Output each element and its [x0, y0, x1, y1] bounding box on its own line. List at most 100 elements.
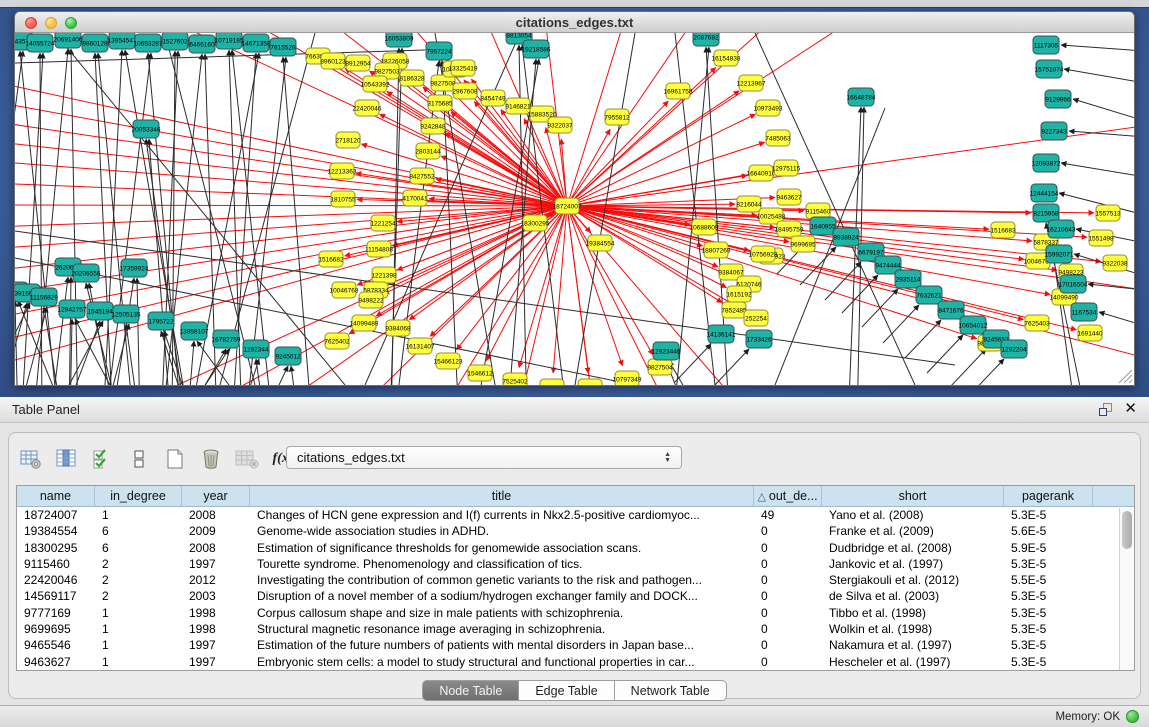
graph-node[interactable]: 1117305 [1033, 36, 1059, 54]
graph-node[interactable]: 18495759 [775, 221, 804, 237]
table-cell[interactable]: 1 [95, 654, 182, 670]
graph-node[interactable]: 16210643 [1047, 220, 1076, 238]
graph-node[interactable]: 10688609 [690, 219, 719, 235]
graph-node[interactable]: 12213363 [328, 163, 357, 179]
column-header-title[interactable]: title [250, 486, 754, 506]
graph-node[interactable]: 1795722 [148, 312, 174, 330]
table-cell[interactable]: 22420046 [17, 572, 95, 588]
graph-node[interactable]: 9699695 [790, 236, 816, 252]
graph-node[interactable]: 16131407 [406, 338, 435, 354]
table-cell[interactable]: 0 [754, 523, 822, 539]
graph-node[interactable]: 10973493 [754, 100, 783, 116]
table-row[interactable]: 1872400712008Changes of HCN gene express… [17, 507, 1134, 523]
graph-node[interactable]: 7525402 [502, 373, 528, 385]
graph-node[interactable]: 7485063 [765, 130, 791, 146]
table-cell[interactable]: 0 [754, 605, 822, 621]
close-icon[interactable]: ✕ [1124, 400, 1137, 418]
graph-node[interactable]: 20206556 [72, 264, 101, 282]
table-cell[interactable]: Hescheler et al. (1997) [822, 654, 1004, 670]
table-cell[interactable]: 1 [95, 621, 182, 637]
column-header-name[interactable]: name [17, 486, 95, 506]
graph-node[interactable]: 9827504 [647, 359, 673, 375]
graph-node[interactable]: 12942757 [58, 300, 87, 318]
graph-node[interactable]: 1640955 [810, 217, 836, 235]
graph-node[interactable]: 7852485 [721, 302, 747, 318]
graph-node[interactable]: 8216044 [736, 196, 762, 212]
table-cell[interactable]: 2 [95, 588, 182, 604]
table-cell[interactable]: 5.3E-5 [1004, 654, 1093, 670]
graph-node[interactable]: 7625402 [324, 333, 350, 349]
float-window-icon[interactable] [1099, 403, 1113, 417]
window-titlebar[interactable]: citations_edges.txt [15, 12, 1134, 33]
table-cell[interactable]: Stergiakouli et al. (2012) [822, 572, 1004, 588]
table-cell[interactable]: 2008 [182, 507, 250, 523]
table-cell[interactable]: 18724007 [17, 507, 95, 523]
table-row[interactable]: 946554611997Estimation of the future num… [17, 637, 1134, 653]
memory-status-icon[interactable] [1126, 710, 1139, 723]
graph-node[interactable]: 7632621 [916, 286, 942, 304]
table-cell[interactable]: Yano et al. (2008) [822, 507, 1004, 523]
graph-node[interactable]: 1615192 [726, 286, 752, 302]
table-cell[interactable]: 9777169 [17, 605, 95, 621]
graph-node[interactable]: 1292204 [1001, 340, 1027, 358]
delete-table-icon[interactable] [235, 447, 259, 471]
table-cell[interactable]: 1 [95, 605, 182, 621]
graph-node[interactable]: 8912954 [345, 55, 371, 71]
graph-node[interactable]: 16154838 [712, 50, 741, 66]
table-row[interactable]: 911546021997Tourette syndrome. Phenomeno… [17, 556, 1134, 572]
column-header-in_degree[interactable]: in_degree [95, 486, 182, 506]
graph-node[interactable]: 10719185 [215, 33, 244, 49]
graph-node[interactable]: 9498222 [358, 292, 384, 308]
graph-node[interactable]: 1221398 [371, 267, 397, 283]
graph-node[interactable]: 1691440 [1077, 325, 1103, 341]
new-table-icon[interactable] [163, 447, 187, 471]
graph-node[interactable]: 6466160 [189, 35, 215, 53]
table-cell[interactable]: 5.3E-5 [1004, 556, 1093, 572]
table-cell[interactable]: 2 [95, 572, 182, 588]
table-cell[interactable]: Nakamura et al. (1997) [822, 637, 1004, 653]
table-cell[interactable]: 1998 [182, 621, 250, 637]
graph-node[interactable]: 20691406 [54, 33, 83, 48]
table-cell[interactable]: 5.5E-5 [1004, 572, 1093, 588]
graph-node[interactable]: 10797349 [613, 371, 642, 385]
select-rows-icon[interactable] [91, 447, 115, 471]
table-cell[interactable]: 1 [95, 507, 182, 523]
table-cell[interactable]: Disruption of a novel member of a sodium… [250, 588, 754, 604]
graph-node[interactable]: 12093872 [1032, 154, 1061, 172]
graph-node[interactable]: 12444154 [1030, 184, 1059, 202]
table-cell[interactable]: 0 [754, 637, 822, 653]
table-cell[interactable]: 1997 [182, 654, 250, 670]
graph-node[interactable]: 8427552 [409, 168, 435, 184]
table-cell[interactable]: 2012 [182, 572, 250, 588]
graph-node[interactable]: 16648784 [847, 88, 876, 106]
table-cell[interactable]: 0 [754, 621, 822, 637]
table-row[interactable]: 1938455462009Genome-wide association stu… [17, 523, 1134, 539]
table-cell[interactable]: 5.9E-5 [1004, 540, 1093, 556]
graph-node[interactable]: 1516682 [318, 251, 344, 267]
graph-node[interactable]: 9129966 [1045, 90, 1071, 108]
graph-node[interactable]: 10653287 [134, 34, 163, 52]
table-cell[interactable]: 1997 [182, 556, 250, 572]
graph-node[interactable]: 14099489 [350, 315, 379, 331]
graph-node[interactable]: 15992071 [1045, 245, 1074, 263]
table-vertical-scrollbar[interactable] [1119, 508, 1134, 671]
graph-node[interactable]: 1546612 [467, 365, 493, 381]
table-cell[interactable]: 1998 [182, 605, 250, 621]
graph-node[interactable]: 18300295 [521, 215, 550, 231]
table-cell[interactable]: 9115460 [17, 556, 95, 572]
table-row[interactable]: 2242004622012Investigating the contribut… [17, 572, 1134, 588]
delete-rows-icon[interactable] [199, 447, 223, 471]
table-cell[interactable]: 0 [754, 588, 822, 604]
graph-node[interactable]: 13954547 [108, 33, 137, 49]
graph-node[interactable]: 1545194 [87, 302, 113, 320]
tab-network-table[interactable]: Network Table [615, 680, 727, 701]
table-cell[interactable]: Wolkin et al. (1998) [822, 621, 1004, 637]
table-cell[interactable]: Estimation of the future numbers of pati… [250, 637, 754, 653]
column-header-out_de[interactable]: △out_de... [754, 486, 822, 506]
table-cell[interactable]: 9463627 [17, 654, 95, 670]
table-cell[interactable]: 14569117 [17, 588, 95, 604]
graph-node[interactable]: 12975115 [772, 160, 801, 176]
table-cell[interactable]: 0 [754, 654, 822, 670]
graph-node[interactable]: 9845779 [539, 379, 565, 385]
graph-node[interactable]: 252254 [744, 310, 768, 326]
